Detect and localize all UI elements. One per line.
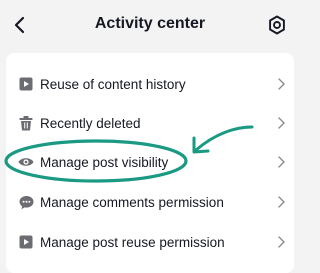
menu-item-manage-post-reuse-permission[interactable]: Manage post reuse permission: [6, 223, 294, 261]
chevron-right-icon: [276, 155, 286, 169]
menu-card: Reuse of content history Recently delete…: [6, 53, 294, 273]
menu-item-manage-comments-permission[interactable]: Manage comments permission: [6, 183, 294, 221]
menu-item-label: Recently deleted: [40, 115, 141, 131]
menu-item-label: Manage post visibility: [40, 154, 169, 170]
menu-item-label: Manage post reuse permission: [40, 234, 225, 250]
settings-button[interactable]: [266, 13, 288, 37]
menu-item-label: Reuse of content history: [40, 76, 186, 92]
menu-item-label: Manage comments permission: [40, 194, 224, 210]
comment-icon: [18, 194, 34, 210]
eye-icon: [18, 154, 34, 170]
chevron-right-icon: [276, 116, 286, 130]
menu-item-recently-deleted[interactable]: Recently deleted: [6, 104, 294, 142]
header-bar: Activity center: [0, 0, 300, 50]
chevron-right-icon: [276, 235, 286, 249]
page-title: Activity center: [94, 15, 206, 32]
chevron-right-icon: [276, 77, 286, 91]
menu-item-manage-post-visibility[interactable]: Manage post visibility: [6, 143, 294, 181]
chevron-right-icon: [276, 195, 286, 209]
play-box-icon: [18, 234, 34, 250]
gear-icon: [269, 15, 285, 35]
menu-item-reuse-of-content-history[interactable]: Reuse of content history: [6, 65, 294, 103]
trash-icon: [18, 115, 34, 131]
play-box-icon: [18, 76, 34, 92]
